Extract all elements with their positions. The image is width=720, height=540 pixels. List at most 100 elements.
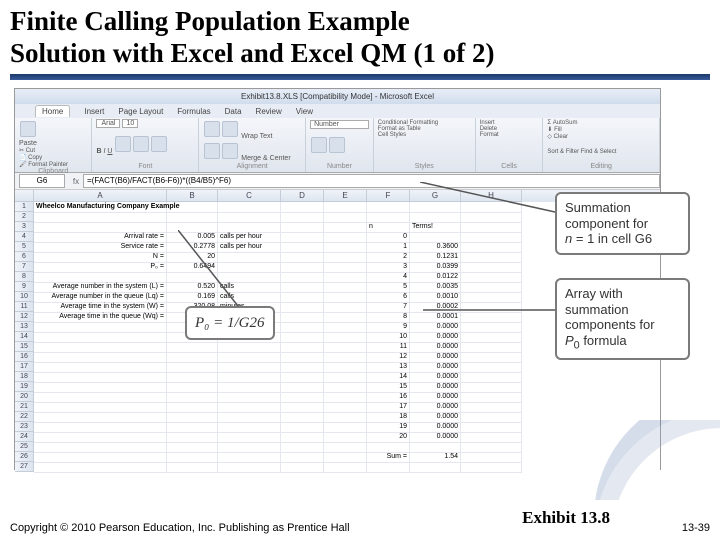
cell-E27[interactable] <box>324 462 367 473</box>
cell-G27[interactable] <box>410 462 461 473</box>
align-icon-3[interactable] <box>204 143 220 159</box>
col-header-A[interactable]: A <box>34 190 167 202</box>
col-header-corner[interactable] <box>15 190 34 202</box>
underline-btn[interactable]: U <box>107 148 112 155</box>
row-20: 20160.0000 <box>15 392 660 402</box>
row-header-9[interactable]: 9 <box>15 282 34 292</box>
font-color-icon[interactable] <box>151 136 167 152</box>
page-number: 13-39 <box>682 522 710 534</box>
row-header-12[interactable]: 12 <box>15 312 34 322</box>
row-header-24[interactable]: 24 <box>15 432 34 442</box>
italic-btn[interactable]: I <box>103 148 105 155</box>
tab-home[interactable]: Home <box>35 105 70 117</box>
sort-btn[interactable]: Sort & Filter <box>547 149 579 155</box>
cell-B27[interactable] <box>167 462 218 473</box>
exhibit-label: Exhibit 13.8 <box>522 508 610 528</box>
row-17: 17130.0000 <box>15 362 660 372</box>
cell-styles-btn[interactable]: Cell Styles <box>378 132 471 138</box>
row-header-5[interactable]: 5 <box>15 242 34 252</box>
grp-number: Number <box>310 163 369 170</box>
wrap-btn[interactable]: Wrap Text <box>241 133 272 140</box>
row-7: 7P₀ =0.649430.0399 <box>15 262 660 272</box>
formula-bar: G6 fx =(FACT(B6)/FACT(B6-F6))*((B4/B5)^F… <box>15 173 660 190</box>
cell-D27[interactable] <box>281 462 324 473</box>
slide-title: Finite Calling Population Example Soluti… <box>10 5 495 70</box>
col-header-E[interactable]: E <box>324 190 367 202</box>
callout-summation: Summation component for n n = 1 in cell … <box>555 192 690 255</box>
row-header-8[interactable]: 8 <box>15 272 34 282</box>
cut-btn[interactable]: ✂ Cut <box>19 147 87 154</box>
tab-page-layout[interactable]: Page Layout <box>118 107 163 116</box>
cell-C27[interactable] <box>218 462 281 473</box>
col-header-B[interactable]: B <box>167 190 218 202</box>
ribbon: Paste ✂ Cut 📄 Copy 🖌 Format Painter Clip… <box>15 118 660 173</box>
row-header-14[interactable]: 14 <box>15 332 34 342</box>
col-header-H[interactable]: H <box>461 190 522 202</box>
copyright-text: Copyright © 2010 Pearson Education, Inc.… <box>10 522 350 534</box>
clear-btn[interactable]: ◇ Clear <box>547 133 655 140</box>
cell-A27[interactable] <box>34 462 167 473</box>
row-header-2[interactable]: 2 <box>15 212 34 222</box>
formula-content[interactable]: =(FACT(B6)/FACT(B6-F6))*((B4/B5)^F6) <box>83 174 660 188</box>
name-box[interactable]: G6 <box>19 174 65 188</box>
copy-btn[interactable]: 📄 Copy <box>19 154 87 161</box>
find-btn[interactable]: Find & Select <box>581 149 617 155</box>
row-22: 22180.0000 <box>15 412 660 422</box>
row-header-27[interactable]: 27 <box>15 462 34 472</box>
row-header-21[interactable]: 21 <box>15 402 34 412</box>
window-title: Exhibit13.8.XLS [Compatibility Mode] - M… <box>15 89 660 104</box>
row-header-10[interactable]: 10 <box>15 292 34 302</box>
align-icon-2[interactable] <box>222 121 238 137</box>
row-header-17[interactable]: 17 <box>15 362 34 372</box>
ribbon-tabs: Home Insert Page Layout Formulas Data Re… <box>15 104 660 118</box>
row-header-3[interactable]: 3 <box>15 222 34 232</box>
paste-icon[interactable] <box>20 121 36 137</box>
cell-F27[interactable] <box>367 462 410 473</box>
row-header-7[interactable]: 7 <box>15 262 34 272</box>
row-header-16[interactable]: 16 <box>15 352 34 362</box>
row-header-23[interactable]: 23 <box>15 422 34 432</box>
row-header-20[interactable]: 20 <box>15 392 34 402</box>
format-painter-btn[interactable]: 🖌 Format Painter <box>19 161 87 168</box>
tab-view[interactable]: View <box>296 107 313 116</box>
col-header-F[interactable]: F <box>367 190 410 202</box>
col-header-C[interactable]: C <box>218 190 281 202</box>
format-btn[interactable]: Format <box>480 132 539 138</box>
row-header-25[interactable]: 25 <box>15 442 34 452</box>
tab-review[interactable]: Review <box>256 107 282 116</box>
row-header-22[interactable]: 22 <box>15 412 34 422</box>
border-icon[interactable] <box>115 136 131 152</box>
align-icon[interactable] <box>204 121 220 137</box>
row-header-11[interactable]: 11 <box>15 302 34 312</box>
row-header-4[interactable]: 4 <box>15 232 34 242</box>
tab-formulas[interactable]: Formulas <box>177 107 210 116</box>
fx-icon[interactable]: fx <box>69 177 83 186</box>
row-header-13[interactable]: 13 <box>15 322 34 332</box>
paste-label: Paste <box>19 140 87 147</box>
callout-array: Array with summation components for P0 f… <box>555 278 690 360</box>
merge-btn[interactable]: Merge & Center <box>241 155 290 162</box>
row-header-26[interactable]: 26 <box>15 452 34 462</box>
cell-H27[interactable] <box>461 462 522 473</box>
row-header-18[interactable]: 18 <box>15 372 34 382</box>
row-header-6[interactable]: 6 <box>15 252 34 262</box>
tab-insert[interactable]: Insert <box>84 107 104 116</box>
font-size[interactable]: 10 <box>122 119 138 128</box>
col-header-D[interactable]: D <box>281 190 324 202</box>
tab-data[interactable]: Data <box>225 107 242 116</box>
row-header-19[interactable]: 19 <box>15 382 34 392</box>
title-underline <box>10 74 710 80</box>
percent-icon[interactable] <box>329 137 345 153</box>
row-25: 25 <box>15 442 660 452</box>
fill-btn[interactable]: ⬇ Fill <box>547 126 655 133</box>
number-format[interactable]: Number <box>310 120 369 129</box>
currency-icon[interactable] <box>311 137 327 153</box>
callout-p0: P₀ = 1/G26 <box>185 306 275 340</box>
bold-btn[interactable]: B <box>96 148 101 155</box>
fill-color-icon[interactable] <box>133 136 149 152</box>
row-header-1[interactable]: 1 <box>15 202 34 212</box>
align-icon-4[interactable] <box>222 143 238 159</box>
row-header-15[interactable]: 15 <box>15 342 34 352</box>
col-header-G[interactable]: G <box>410 190 461 202</box>
font-name[interactable]: Arial <box>96 119 120 128</box>
